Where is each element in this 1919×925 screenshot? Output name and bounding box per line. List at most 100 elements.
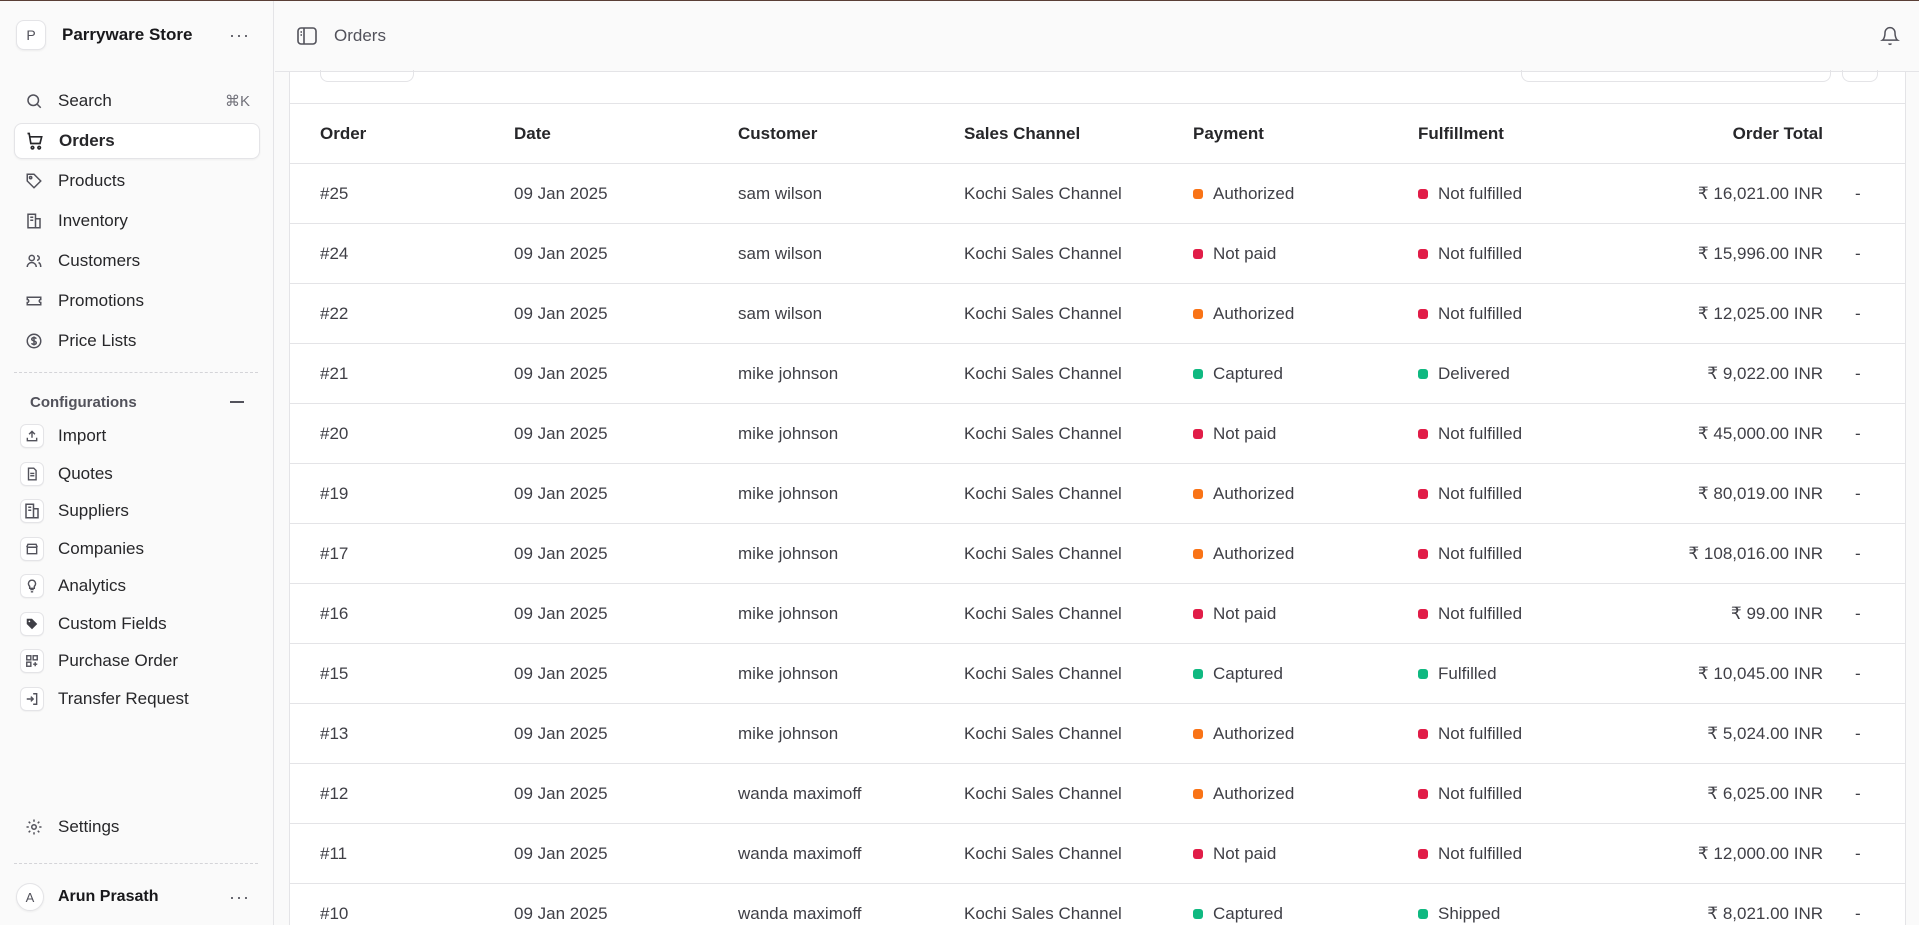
order-date: 09 Jan 2025 <box>514 903 608 923</box>
table-row[interactable]: #19 09 Jan 2025 mike johnson Kochi Sales Ch… <box>290 464 1906 524</box>
payment-status-label: Authorized <box>1213 723 1295 743</box>
order-date: 09 Jan 2025 <box>514 603 608 623</box>
status-dot <box>1193 368 1203 379</box>
sidebar-item-price-lists[interactable]: Price Lists <box>14 323 260 359</box>
sidebar-item-purchase-order[interactable]: Purchase Order <box>14 644 260 678</box>
column-header-fulfillment[interactable]: Fulfillment <box>1418 104 1618 164</box>
column-header-sales-channel[interactable]: Sales Channel <box>964 104 1193 164</box>
row-actions[interactable]: - <box>1843 584 1906 644</box>
sidebar-item-label: Settings <box>58 817 120 836</box>
settings-nav: Settings <box>14 809 260 849</box>
upload-icon <box>20 424 44 448</box>
sidebar-item-custom-fields[interactable]: Custom Fields <box>14 607 260 641</box>
order-total: ₹ 108,016.00 INR <box>1688 543 1823 563</box>
row-actions[interactable]: - <box>1843 884 1906 925</box>
order-id: #15 <box>320 663 349 683</box>
customer-name: mike johnson <box>738 363 839 383</box>
row-actions[interactable]: - <box>1843 644 1906 704</box>
order-date: 09 Jan 2025 <box>514 363 608 383</box>
row-actions[interactable]: - <box>1843 224 1906 284</box>
search-input[interactable] <box>1521 70 1831 82</box>
user-name: Arun Prasath <box>58 888 159 905</box>
breadcrumb[interactable]: Orders <box>334 26 386 46</box>
sidebar-item-transfer-request[interactable]: Transfer Request <box>14 682 260 716</box>
payment-status: Not paid <box>1193 404 1418 464</box>
table-row[interactable]: #20 09 Jan 2025 mike johnson Kochi Sales Ch… <box>290 404 1906 464</box>
table-row[interactable]: #11 09 Jan 2025 wanda maximoff Kochi Sales … <box>290 824 1906 884</box>
table-row[interactable]: #24 09 Jan 2025 sam wilson Kochi Sales Chan… <box>290 224 1906 284</box>
payment-status-label: Captured <box>1213 363 1283 383</box>
table-row[interactable]: #10 09 Jan 2025 wanda maximoff Kochi Sales … <box>290 884 1906 925</box>
orders-table-body: #25 09 Jan 2025 sam wilson Kochi Sales Chan… <box>290 164 1906 925</box>
row-actions[interactable]: - <box>1843 824 1906 884</box>
user-menu[interactable]: A Arun Prasath ··· <box>16 881 256 913</box>
order-total: ₹ 15,996.00 INR <box>1697 243 1823 263</box>
table-row[interactable]: #22 09 Jan 2025 sam wilson Kochi Sales Chan… <box>290 284 1906 344</box>
table-row[interactable]: #12 09 Jan 2025 wanda maximoff Kochi Sales … <box>290 764 1906 824</box>
sidebar-item-suppliers[interactable]: Suppliers <box>14 494 260 528</box>
sidebar-item-customers[interactable]: Customers <box>14 243 260 279</box>
sidebar-item-label: Purchase Order <box>58 651 178 670</box>
sidebar-item-companies[interactable]: Companies <box>14 532 260 566</box>
sidebar-item-analytics[interactable]: Analytics <box>14 569 260 603</box>
row-actions[interactable]: - <box>1843 464 1906 524</box>
table-row[interactable]: #21 09 Jan 2025 mike johnson Kochi Sales Ch… <box>290 344 1906 404</box>
table-row[interactable]: #13 09 Jan 2025 mike johnson Kochi Sales Ch… <box>290 704 1906 764</box>
row-actions[interactable]: - <box>1843 524 1906 584</box>
sidebar-item-label: Transfer Request <box>58 688 189 708</box>
user-avatar: A <box>16 883 44 911</box>
sidebar-item-label: Products <box>58 171 126 190</box>
order-total: ₹ 10,045.00 INR <box>1697 663 1823 683</box>
order-total: ₹ 5,024.00 INR <box>1707 723 1823 743</box>
store-menu-icon[interactable]: ··· <box>223 24 256 46</box>
payment-status-label: Captured <box>1213 903 1283 923</box>
collapse-icon[interactable] <box>230 401 244 403</box>
row-actions[interactable]: - <box>1843 704 1906 764</box>
document-icon <box>20 461 44 486</box>
store-switcher[interactable]: P Parryware Store ··· <box>16 19 256 51</box>
sidebar-toggle-icon[interactable] <box>296 25 318 47</box>
sidebar-item-orders[interactable]: Orders <box>14 123 260 159</box>
table-row[interactable]: #16 09 Jan 2025 mike johnson Kochi Sales Ch… <box>290 584 1906 644</box>
status-dot <box>1418 548 1428 559</box>
column-header-payment[interactable]: Payment <box>1193 104 1418 164</box>
sidebar-item-search[interactable]: Search ⌘K <box>14 83 260 119</box>
sales-channel: Kochi Sales Channel <box>964 423 1122 443</box>
column-header-order[interactable]: Order <box>290 104 514 164</box>
sidebar-item-products[interactable]: Products <box>14 163 260 199</box>
sidebar-item-inventory[interactable]: Inventory <box>14 203 260 239</box>
column-header-order-total[interactable]: Order Total <box>1618 104 1843 164</box>
fulfillment-status-label: Fulfilled <box>1438 663 1497 683</box>
bell-icon[interactable] <box>1880 25 1900 52</box>
filter-button[interactable] <box>320 70 414 82</box>
customer-name: sam wilson <box>738 243 823 263</box>
column-header-date[interactable]: Date <box>514 104 738 164</box>
order-id: #12 <box>320 783 349 803</box>
sidebar-item-import[interactable]: Import <box>14 419 260 453</box>
row-actions[interactable]: - <box>1843 344 1906 404</box>
sidebar-item-quotes[interactable]: Quotes <box>14 457 260 491</box>
column-header-customer[interactable]: Customer <box>738 104 964 164</box>
row-actions[interactable]: - <box>1843 164 1906 224</box>
table-row[interactable]: #25 09 Jan 2025 sam wilson Kochi Sales Chan… <box>290 164 1906 224</box>
table-row[interactable]: #17 09 Jan 2025 mike johnson Kochi Sales Ch… <box>290 524 1906 584</box>
orders-panel: Order Date Customer Sales Channel Paymen… <box>289 70 1906 925</box>
status-dot <box>1193 788 1203 799</box>
payment-status: Not paid <box>1193 824 1418 884</box>
user-menu-icon[interactable]: ··· <box>223 886 256 908</box>
order-total: ₹ 80,019.00 INR <box>1697 483 1823 503</box>
order-id: #24 <box>320 243 349 263</box>
fulfillment-status-label: Not fulfilled <box>1438 483 1523 503</box>
sidebar-item-settings[interactable]: Settings <box>14 809 260 845</box>
row-actions[interactable]: - <box>1843 284 1906 344</box>
configurations-header[interactable]: Configurations <box>30 392 244 412</box>
table-row[interactable]: #15 09 Jan 2025 mike johnson Kochi Sales Ch… <box>290 644 1906 704</box>
order-id: #17 <box>320 543 349 563</box>
fulfillment-status: Not fulfilled <box>1418 464 1618 524</box>
sort-button[interactable] <box>1842 70 1878 82</box>
row-actions[interactable]: - <box>1843 764 1906 824</box>
order-id: #20 <box>320 423 349 443</box>
sidebar-item-promotions[interactable]: Promotions <box>14 283 260 319</box>
status-dot <box>1193 848 1203 859</box>
row-actions[interactable]: - <box>1843 404 1906 464</box>
